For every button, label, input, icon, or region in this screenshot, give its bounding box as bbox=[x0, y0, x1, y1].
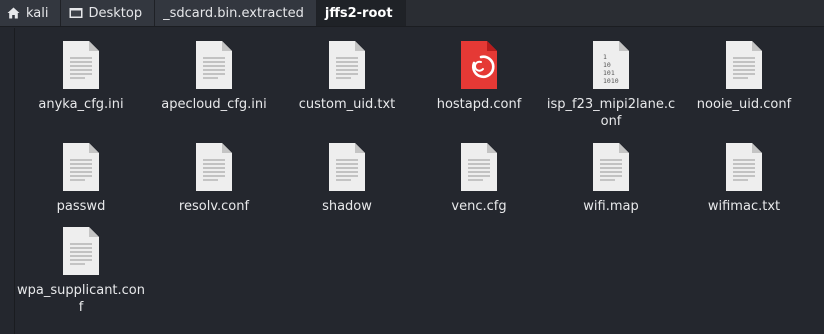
path-bar-spacer bbox=[405, 0, 824, 26]
binary-digit-text: 101 bbox=[603, 69, 615, 77]
file-item[interactable]: wpa_supplicant.conf bbox=[15, 226, 147, 316]
file-name: custom_uid.txt bbox=[298, 97, 396, 112]
binary-digit-text: 1 bbox=[603, 53, 607, 61]
file-item[interactable]: 1 10 101 1010 isp_f23_mipi2lane.conf bbox=[545, 40, 677, 130]
file-name: anyka_cfg.ini bbox=[38, 97, 124, 112]
breadcrumb-label: _sdcard.bin.extracted bbox=[163, 5, 304, 21]
path-bar: kali Desktop _sdcard.bin.extracted jffs2… bbox=[0, 0, 824, 27]
file-name: wifi.map bbox=[583, 199, 639, 214]
file-name: wifimac.txt bbox=[707, 199, 781, 214]
text-file-icon bbox=[726, 143, 762, 191]
file-name: apecloud_cfg.ini bbox=[161, 97, 267, 112]
file-item[interactable]: hostapd.conf bbox=[413, 40, 545, 113]
text-file-icon bbox=[63, 143, 99, 191]
file-name: nooie_uid.conf bbox=[696, 97, 792, 112]
file-name: hostapd.conf bbox=[436, 97, 522, 112]
file-item[interactable]: resolv.conf bbox=[148, 142, 280, 215]
file-item[interactable]: shadow bbox=[281, 142, 413, 215]
file-name: resolv.conf bbox=[178, 199, 250, 214]
text-file-icon bbox=[593, 143, 629, 191]
binary-digit-text: 1010 bbox=[603, 77, 619, 85]
file-item[interactable]: wifimac.txt bbox=[678, 142, 810, 215]
breadcrumb-sdcard[interactable]: _sdcard.bin.extracted bbox=[155, 0, 317, 26]
debian-package-icon bbox=[461, 41, 497, 89]
file-item[interactable]: anyka_cfg.ini bbox=[15, 40, 147, 113]
file-item[interactable]: passwd bbox=[15, 142, 147, 215]
breadcrumb-label: Desktop bbox=[88, 5, 143, 21]
text-file-icon bbox=[196, 41, 232, 89]
file-grid: anyka_cfg.ini apecloud_cfg.ini custom_ui… bbox=[14, 28, 815, 334]
file-item[interactable]: custom_uid.txt bbox=[281, 40, 413, 113]
file-item[interactable]: wifi.map bbox=[545, 142, 677, 215]
breadcrumb-desktop[interactable]: Desktop bbox=[60, 0, 156, 26]
desktop-icon bbox=[69, 7, 83, 19]
file-item[interactable]: nooie_uid.conf bbox=[678, 40, 810, 113]
text-file-icon bbox=[329, 143, 365, 191]
file-name: shadow bbox=[322, 199, 372, 214]
file-name: venc.cfg bbox=[451, 199, 507, 214]
breadcrumb-home[interactable]: kali bbox=[0, 0, 61, 26]
binary-digit-text: 10 bbox=[603, 61, 611, 69]
text-file-icon bbox=[329, 41, 365, 89]
text-file-icon bbox=[196, 143, 232, 191]
binary-file-icon: 1101011010 bbox=[593, 41, 629, 89]
file-name: passwd bbox=[56, 199, 106, 214]
home-icon bbox=[7, 7, 20, 19]
text-file-icon bbox=[63, 41, 99, 89]
text-file-icon bbox=[726, 41, 762, 89]
file-item[interactable]: apecloud_cfg.ini bbox=[148, 40, 280, 113]
file-item[interactable]: venc.cfg bbox=[413, 142, 545, 215]
file-name: isp_f23_mipi2lane.conf bbox=[546, 97, 676, 129]
text-file-icon bbox=[63, 227, 99, 275]
file-name: wpa_supplicant.conf bbox=[16, 283, 145, 315]
breadcrumb-label: jffs2-root bbox=[324, 5, 393, 21]
text-file-icon bbox=[461, 143, 497, 191]
breadcrumb-label: kali bbox=[26, 5, 49, 21]
breadcrumb-current-folder[interactable]: jffs2-root bbox=[316, 0, 406, 26]
